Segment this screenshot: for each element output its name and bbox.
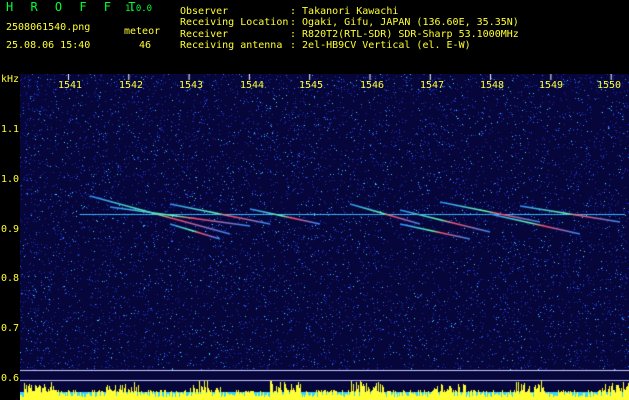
time-tick-label: 1550 — [597, 80, 622, 91]
antenna-value: : 2el-HB9CV Vertical (el. E-W) — [290, 40, 471, 51]
freq-tick-label: 0.9 — [1, 224, 20, 235]
time-tick-label: 1547 — [420, 80, 445, 91]
meteor-count-value: 46 — [139, 40, 152, 51]
time-tick-label: 1542 — [119, 80, 144, 91]
time-tick-label: 1541 — [58, 80, 83, 91]
observer-value: : Takanori Kawachi — [290, 6, 399, 17]
location-value: : Ogaki, Gifu, JAPAN (136.60E, 35.35N) — [290, 17, 519, 28]
freq-tick-label: 1.0 — [1, 174, 20, 185]
datetime: 25.08.06 15:40 — [6, 40, 91, 51]
header-panel: H R O F F T 1.0.0 2508061540.png 25.08.0… — [0, 0, 629, 74]
time-tick-label: 1549 — [539, 80, 564, 91]
freq-tick-label: 1.1 — [1, 124, 20, 135]
observer-label: Observer — [180, 6, 229, 17]
receiver-label: Receiver — [180, 29, 229, 40]
freq-tick-label: 0.8 — [1, 273, 20, 284]
freq-tick-label: 0.7 — [1, 323, 20, 334]
time-tick-label: 1543 — [179, 80, 204, 91]
frequency-axis — [0, 74, 20, 400]
freq-tick-label: 0.6 — [1, 373, 20, 384]
app-version: 1.0.0 — [125, 4, 153, 14]
time-tick-label: 1545 — [299, 80, 324, 91]
receiver-value: : R820T2(RTL-SDR) SDR-Sharp 53.1000MHz — [290, 29, 519, 40]
frequency-unit-label: kHz — [1, 74, 20, 85]
antenna-label: Receiving antenna — [180, 40, 283, 51]
spectrogram-area — [20, 74, 629, 400]
time-tick-label: 1546 — [360, 80, 385, 91]
meteor-count-label: meteor — [124, 26, 161, 37]
filename: 2508061540.png — [6, 22, 91, 33]
time-tick-label: 1544 — [240, 80, 265, 91]
time-tick-label: 1548 — [480, 80, 505, 91]
app-title: H R O F F T — [6, 0, 141, 14]
spectrogram-canvas — [20, 74, 629, 400]
location-label: Receiving Location — [180, 17, 289, 28]
